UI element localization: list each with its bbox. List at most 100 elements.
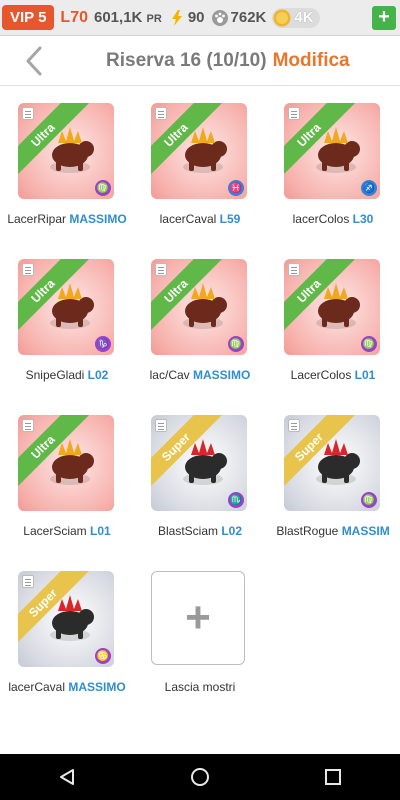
circle-home-icon	[190, 768, 209, 786]
monster-slot[interactable]: Super ♋ lacerCaval MASSIMO	[0, 554, 134, 710]
back-chevron-icon	[26, 46, 42, 75]
nav-recent-button[interactable]	[313, 757, 353, 797]
monster-card[interactable]: Ultra ♍	[18, 103, 114, 199]
monster-image	[183, 127, 227, 173]
monster-label: LacerColos L01	[266, 368, 400, 382]
monster-slot[interactable]: Ultra ♍ LacerRipar MASSIMO	[0, 86, 134, 242]
vip-badge[interactable]: VIP 5	[2, 5, 55, 30]
monster-slot[interactable]: Ultra LacerSciam L01	[0, 398, 134, 554]
energy-stat[interactable]: 90	[168, 9, 205, 27]
monster-label: LacerSciam L01	[0, 524, 134, 538]
document-icon	[155, 107, 167, 120]
monster-slot[interactable]: Super ♏ BlastSciam L02	[133, 398, 267, 554]
monster-level: L59	[219, 212, 241, 226]
monster-level: L02	[87, 368, 109, 382]
monster-level: MASSIMO	[193, 368, 251, 382]
gold-stat[interactable]: 4K	[272, 7, 320, 28]
monster-slot[interactable]: Ultra ♐ lacerColos L30	[266, 86, 400, 242]
paw-icon	[211, 9, 228, 26]
monster-card[interactable]: Ultra	[18, 415, 114, 511]
food-value: 762K	[230, 9, 267, 26]
nav-back-button[interactable]	[47, 757, 87, 797]
monster-level: MASSIMO	[68, 680, 126, 694]
energy-value: 90	[187, 9, 205, 26]
monster-label: lacerColos L30	[266, 212, 400, 226]
status-bar: VIP 5 L70 601,1K PR 90 762K 4K +	[0, 0, 400, 36]
monster-slot[interactable]: Ultra ♍ LacerColos L01	[266, 242, 400, 398]
monster-level: L01	[90, 524, 111, 538]
monster-card[interactable]: Ultra ♓	[151, 103, 247, 199]
monster-card[interactable]: Super ♋	[18, 571, 114, 667]
monster-name: SnipeGladi	[25, 368, 88, 382]
monster-card[interactable]: Ultra ♍	[284, 259, 380, 355]
monster-card[interactable]: Ultra ♐	[284, 103, 380, 199]
zodiac-sign-icon: ♍	[361, 336, 377, 352]
monster-name: LacerRipar	[7, 212, 70, 226]
monster-slot[interactable]: Ultra ♑ SnipeGladi L02	[0, 242, 134, 398]
back-button[interactable]	[14, 36, 54, 86]
monster-name: BlastRogue	[276, 524, 342, 538]
triangle-back-icon	[59, 769, 74, 785]
monster-image	[50, 283, 94, 329]
page-title: Riserva 16 (10/10)	[106, 49, 267, 71]
lightning-icon	[171, 9, 182, 26]
gold-value: 4K	[294, 9, 314, 26]
document-icon	[288, 263, 300, 276]
monster-level: L30	[352, 212, 374, 226]
document-icon	[22, 575, 34, 588]
square-recent-icon	[325, 769, 342, 785]
zodiac-sign-icon: ♋	[95, 648, 111, 664]
monster-level: L02	[221, 524, 243, 538]
add-monster-button[interactable]: +	[151, 571, 245, 665]
zodiac-sign-icon: ♓	[228, 180, 244, 196]
page-header: Riserva 16 (10/10) Modifica	[0, 36, 400, 86]
monster-label: SnipeGladi L02	[0, 368, 134, 382]
document-icon	[288, 419, 300, 432]
monster-image	[183, 439, 227, 485]
buy-gold-button[interactable]: +	[372, 5, 396, 30]
monster-label: LacerRipar MASSIMO	[0, 212, 134, 226]
monster-label: lacerCaval MASSIMO	[0, 680, 134, 694]
zodiac-sign-icon: ♑	[95, 336, 111, 352]
monster-image	[50, 439, 94, 485]
add-monster-label: Lascia mostri	[164, 680, 236, 694]
monster-grid: + Lascia mostri Ultra ♍ LacerRipar MASSI	[0, 86, 400, 754]
monster-slot[interactable]: Ultra ♓ lacerCaval L59	[133, 86, 267, 242]
monster-slot[interactable]: Ultra ♍ lac/Cav MASSIMO	[133, 242, 267, 398]
zodiac-sign-icon: ♍	[228, 336, 244, 352]
monster-card[interactable]: Super ♍	[284, 415, 380, 511]
zodiac-sign-icon: ♍	[361, 492, 377, 508]
monster-card[interactable]: Ultra ♑	[18, 259, 114, 355]
document-icon	[22, 419, 34, 432]
monster-slot[interactable]: Super ♍ BlastRogue MASSIM	[266, 398, 400, 554]
nav-home-button[interactable]	[180, 757, 220, 797]
monster-image	[316, 283, 360, 329]
monster-name: LacerSciam	[23, 524, 90, 538]
monster-image	[316, 127, 360, 173]
monster-name: LacerColos	[290, 368, 355, 382]
monster-name: lacerCaval	[159, 212, 220, 226]
document-icon	[288, 107, 300, 120]
edit-button[interactable]: Modifica	[273, 50, 350, 72]
monster-name: lacerCaval	[8, 680, 69, 694]
monster-card[interactable]: Ultra ♍	[151, 259, 247, 355]
monster-image	[50, 127, 94, 173]
monster-image	[183, 283, 227, 329]
gold-coin-icon	[273, 9, 291, 26]
player-level: L70	[60, 8, 88, 26]
monster-card[interactable]: Super ♏	[151, 415, 247, 511]
plus-icon: +	[185, 593, 211, 642]
monster-image	[50, 595, 94, 641]
add-monster-slot[interactable]: + Lascia mostri	[133, 554, 267, 710]
monster-level: MASSIM	[341, 524, 390, 538]
document-icon	[22, 107, 34, 120]
monster-name: BlastSciam	[157, 524, 222, 538]
document-icon	[22, 263, 34, 276]
monster-label: lacerCaval L59	[133, 212, 267, 226]
food-stat[interactable]: 762K	[211, 9, 267, 27]
monster-name: lac/Cav	[149, 368, 193, 382]
monster-level: L01	[354, 368, 376, 382]
zodiac-sign-icon: ♐	[361, 180, 377, 196]
monster-label: BlastSciam L02	[133, 524, 267, 538]
monster-image	[316, 439, 360, 485]
